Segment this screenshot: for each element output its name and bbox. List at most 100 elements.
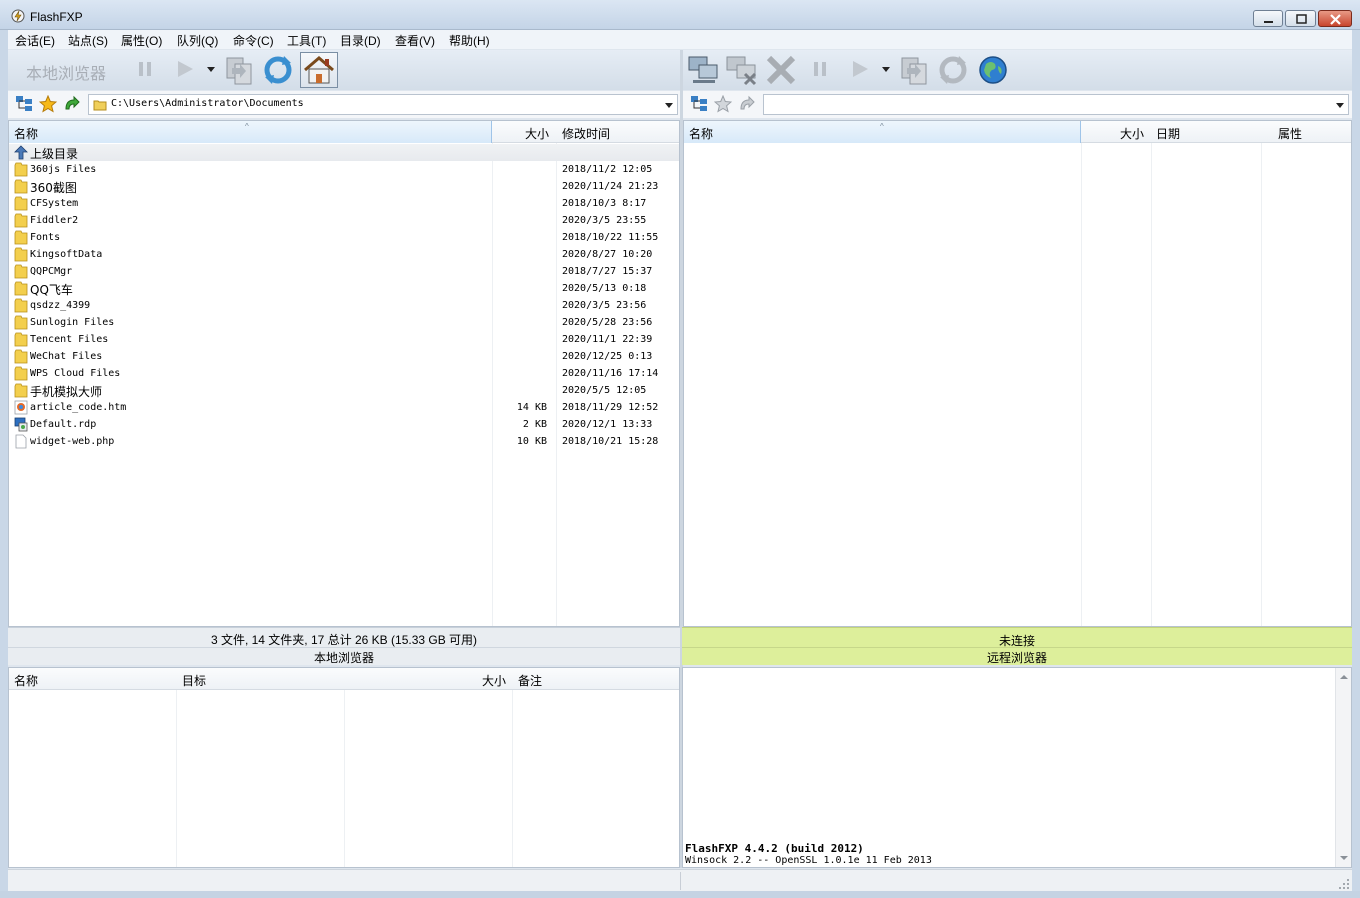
dropdown-arrow-icon[interactable] <box>206 66 216 74</box>
item-date: 2020/11/16 17:14 <box>562 368 659 379</box>
chevron-down-icon[interactable] <box>665 103 673 108</box>
item-date: 2018/10/21 15:28 <box>562 436 659 447</box>
folder-row[interactable]: Sunlogin Files 2020/5/28 23:56 <box>9 314 679 331</box>
menu-sites[interactable]: 站点(S) <box>68 32 108 49</box>
local-path-input[interactable]: C:\Users\Administrator\Documents <box>88 94 678 115</box>
folder-row[interactable]: 360截图 2020/11/24 21:23 <box>9 178 679 195</box>
menu-options[interactable]: 属性(O) <box>121 32 162 49</box>
column-size[interactable]: 大小 <box>493 121 555 143</box>
maximize-button[interactable] <box>1285 10 1316 27</box>
column-divider <box>176 690 177 867</box>
play-icon[interactable] <box>849 58 871 80</box>
globe-icon[interactable] <box>977 54 1009 86</box>
item-name: Sunlogin Files <box>30 317 115 328</box>
file-row[interactable]: Default.rdp 2 KB 2020/12/1 13:33 <box>9 416 679 433</box>
remote-status-panel: 未连接 远程浏览器 <box>682 627 1352 665</box>
transfer-queue-list[interactable]: 名称 目标 大小 备注 <box>8 667 680 868</box>
column-size[interactable]: 大小 <box>1082 121 1150 143</box>
queue-column-target[interactable]: 目标 <box>177 668 344 690</box>
item-name: Default.rdp <box>30 419 97 430</box>
abort-icon[interactable] <box>765 54 797 86</box>
column-name[interactable]: ^ 名称 <box>684 121 1081 143</box>
menu-session[interactable]: 会话(E) <box>15 32 55 49</box>
html-file-icon <box>14 400 28 415</box>
menu-view[interactable]: 查看(V) <box>395 32 435 49</box>
item-date: 2020/3/5 23:56 <box>562 300 647 311</box>
file-icon <box>15 434 27 449</box>
transfer-icon[interactable] <box>899 54 931 86</box>
dropdown-arrow-icon[interactable] <box>881 66 891 74</box>
column-name[interactable]: ^ 名称 <box>9 121 492 143</box>
folder-row[interactable]: qsdzz_4399 2020/3/5 23:56 <box>9 297 679 314</box>
home-button[interactable] <box>300 52 338 88</box>
item-date: 2020/5/28 23:56 <box>562 317 653 328</box>
column-divider <box>344 690 345 867</box>
go-up-icon[interactable] <box>63 95 81 113</box>
local-file-list[interactable]: ^ 名称 大小 修改时间 上级目录 360js Files 2018/11/2 1… <box>8 120 680 627</box>
column-attributes[interactable]: 属性 <box>1266 121 1351 143</box>
favorites-star-icon[interactable] <box>714 95 732 113</box>
resize-grip-icon[interactable] <box>1338 878 1350 890</box>
item-name: CFSystem <box>30 198 79 209</box>
menu-directory[interactable]: 目录(D) <box>340 32 381 49</box>
scroll-down-icon[interactable] <box>1336 851 1352 865</box>
file-row[interactable]: article_code.htm 14 KB 2018/11/29 12:52 <box>9 399 679 416</box>
local-status-panel: 3 文件, 14 文件夹, 17 总计 26 KB (15.33 GB 可用) … <box>8 627 680 665</box>
remote-file-list[interactable]: ^ 名称 大小 日期 属性 <box>683 120 1352 627</box>
folder-row[interactable]: Fonts 2018/10/22 11:55 <box>9 229 679 246</box>
log-scrollbar[interactable] <box>1335 668 1351 867</box>
menu-commands[interactable]: 命令(C) <box>233 32 274 49</box>
pause-icon[interactable] <box>811 59 831 79</box>
parent-directory-label: 上级目录 <box>30 147 79 161</box>
item-date: 2020/12/1 13:33 <box>562 419 653 430</box>
queue-column-size-label: 大小 <box>481 674 506 688</box>
menu-tools[interactable]: 工具(T) <box>287 32 326 49</box>
disconnect-icon[interactable] <box>725 54 759 86</box>
folder-row[interactable]: CFSystem 2018/10/3 8:17 <box>9 195 679 212</box>
item-date: 2020/8/27 10:20 <box>562 249 653 260</box>
connect-icon[interactable] <box>687 54 721 86</box>
folder-row[interactable]: Tencent Files 2020/11/1 22:39 <box>9 331 679 348</box>
folder-row[interactable]: 360js Files 2018/11/2 12:05 <box>9 161 679 178</box>
folder-row[interactable]: QQ飞车 2020/5/13 0:18 <box>9 280 679 297</box>
folder-row[interactable]: WPS Cloud Files 2020/11/16 17:14 <box>9 365 679 382</box>
tree-view-icon[interactable] <box>690 95 708 113</box>
connection-log[interactable]: FlashFXP 4.4.2 (build 2012) Winsock 2.2 … <box>682 667 1352 868</box>
parent-directory-icon <box>14 145 28 160</box>
folder-row[interactable]: WeChat Files 2020/12/25 0:13 <box>9 348 679 365</box>
transfer-icon[interactable] <box>224 54 256 86</box>
menu-help[interactable]: 帮助(H) <box>449 32 490 49</box>
item-date: 2018/11/2 12:05 <box>562 164 653 175</box>
queue-column-notes[interactable]: 备注 <box>513 668 679 690</box>
minimize-button[interactable] <box>1253 10 1283 27</box>
item-date: 2018/7/27 15:37 <box>562 266 653 277</box>
close-button[interactable] <box>1318 10 1352 27</box>
pause-icon[interactable] <box>136 59 156 79</box>
remote-status-label: 远程浏览器 <box>986 651 1047 665</box>
folder-row[interactable]: Fiddler2 2020/3/5 23:55 <box>9 212 679 229</box>
favorites-star-icon[interactable] <box>39 95 57 113</box>
queue-header: 名称 目标 大小 备注 <box>9 668 679 690</box>
file-row[interactable]: widget-web.php 10 KB 2018/10/21 15:28 <box>9 433 679 450</box>
scroll-up-icon[interactable] <box>1336 670 1352 684</box>
folder-icon <box>93 100 107 111</box>
tree-view-icon[interactable] <box>15 95 33 113</box>
menu-queue[interactable]: 队列(Q) <box>177 32 218 49</box>
column-date[interactable]: 日期 <box>1156 121 1262 143</box>
play-icon[interactable] <box>174 58 196 80</box>
refresh-icon[interactable] <box>937 54 969 86</box>
folder-row[interactable]: KingsoftData 2020/8/27 10:20 <box>9 246 679 263</box>
menu-bar: 会话(E) 站点(S) 属性(O) 队列(Q) 命令(C) 工具(T) 目录(D… <box>8 30 1352 49</box>
go-up-icon[interactable] <box>738 95 756 113</box>
folder-row[interactable]: 手机模拟大师 2020/5/5 12:05 <box>9 382 679 399</box>
folder-row[interactable]: QQPCMgr 2018/7/27 15:37 <box>9 263 679 280</box>
column-modified[interactable]: 修改时间 <box>561 121 679 143</box>
chevron-down-icon[interactable] <box>1336 103 1344 108</box>
queue-column-name[interactable]: 名称 <box>9 668 176 690</box>
parent-directory-row[interactable]: 上级目录 <box>9 144 679 161</box>
queue-column-size[interactable]: 大小 <box>345 668 512 690</box>
remote-path-input[interactable] <box>763 94 1349 115</box>
sort-ascending-icon: ^ <box>245 122 249 131</box>
refresh-icon[interactable] <box>262 54 294 86</box>
local-browser-label[interactable]: 本地浏览器 <box>26 60 106 84</box>
